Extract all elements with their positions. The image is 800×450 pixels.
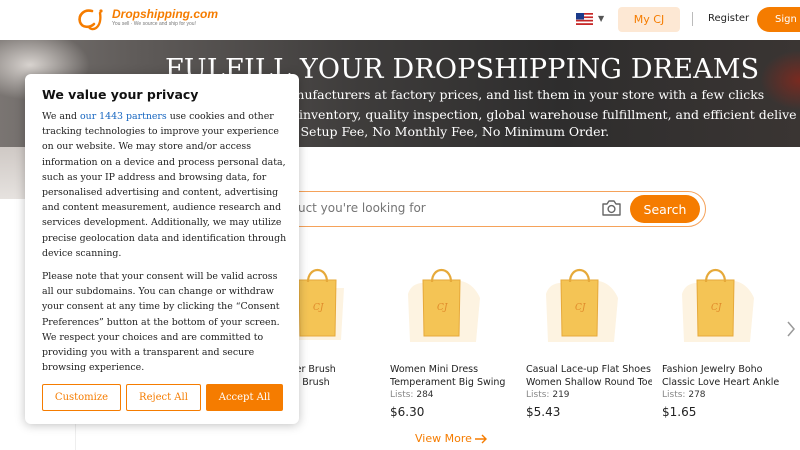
svg-text:CJ: CJ xyxy=(313,303,325,313)
carousel-next-icon[interactable] xyxy=(786,320,796,338)
product-lists-count: Lists: 219 xyxy=(526,390,570,400)
cookie-consent-dialog: We value your privacy We and our 1443 pa… xyxy=(25,74,299,424)
sign-in-button[interactable]: Sign In xyxy=(757,7,800,32)
reject-all-button[interactable]: Reject All xyxy=(126,384,201,411)
arrow-right-icon xyxy=(474,434,487,443)
cookie-description: We and our 1443 partners use cookies and… xyxy=(42,111,287,259)
my-cj-button[interactable]: My CJ xyxy=(618,7,680,32)
logo-tagline: You sell · We source and ship for you! xyxy=(112,21,196,27)
cookie-title: We value your privacy xyxy=(42,87,199,102)
hero-subtitle-line: of manufacturers at factory prices, and … xyxy=(261,87,765,102)
language-caret-icon[interactable]: ▼ xyxy=(598,14,604,23)
site-logo[interactable]: Dropshipping.com You sell · We source an… xyxy=(76,7,218,31)
logo-name: Dropshipping.com xyxy=(112,7,218,21)
partners-link[interactable]: our 1443 partners xyxy=(80,111,167,122)
svg-text:CJ: CJ xyxy=(711,303,723,313)
product-price: $1.65 xyxy=(662,405,697,419)
cookie-consent-note: Please note that your consent will be va… xyxy=(42,271,280,374)
search-button[interactable]: Search xyxy=(630,195,700,223)
shopping-bag-icon: CJ xyxy=(682,268,754,342)
product-price: $6.30 xyxy=(390,405,425,419)
camera-icon[interactable] xyxy=(601,199,622,217)
svg-text:CJ: CJ xyxy=(437,303,449,313)
cj-logo-icon xyxy=(78,9,103,31)
view-more-link[interactable]: View More xyxy=(415,432,488,445)
top-navigation: Dropshipping.com You sell · We source an… xyxy=(0,0,800,40)
product-price: $5.43 xyxy=(526,405,561,419)
customize-button[interactable]: Customize xyxy=(42,384,121,411)
page: Dropshipping.com You sell · We source an… xyxy=(0,0,800,450)
register-link[interactable]: Register xyxy=(708,13,749,24)
nav-divider xyxy=(692,12,693,26)
shopping-bag-icon: CJ xyxy=(546,268,618,342)
accept-all-button[interactable]: Accept All xyxy=(206,384,283,411)
hero-subtitle-line: r inventory, quality inspection, global … xyxy=(289,107,797,122)
us-flag-icon[interactable] xyxy=(576,13,593,25)
hero-subtitle-line: o Setup Fee, No Monthly Fee, No Minimum … xyxy=(289,124,610,139)
shopping-bag-icon: CJ xyxy=(408,268,480,342)
product-name[interactable]: Casual Lace-up Flat Shoes Women Shallow … xyxy=(526,363,652,389)
product-name[interactable]: Women Mini Dress Temperament Big Swing xyxy=(390,363,516,389)
search-input[interactable] xyxy=(283,201,583,215)
svg-text:CJ: CJ xyxy=(575,303,587,313)
product-lists-count: Lists: 278 xyxy=(662,390,706,400)
product-name[interactable]: Fashion Jewelry Boho Classic Love Heart … xyxy=(662,363,788,389)
product-lists-count: Lists: 284 xyxy=(390,390,434,400)
